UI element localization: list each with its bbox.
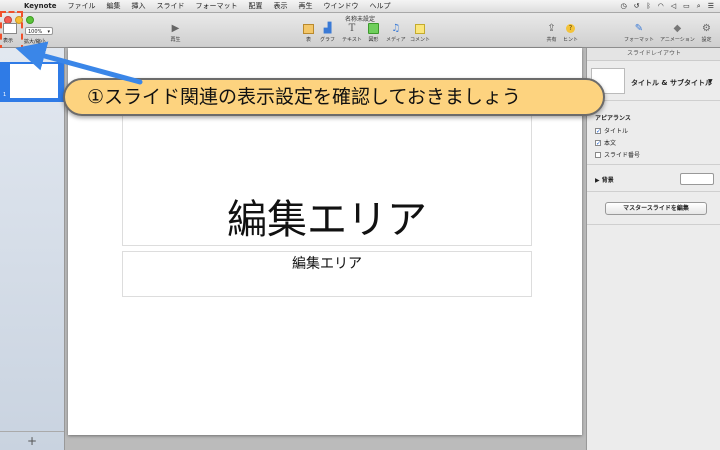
zoom-value: 100%: [28, 29, 43, 35]
menu-format[interactable]: フォーマット: [196, 0, 238, 12]
text-button[interactable]: T テキスト: [342, 23, 362, 43]
menu-edit[interactable]: 編集: [107, 0, 121, 12]
shape-button[interactable]: 図形: [368, 23, 379, 43]
slide-number-checkbox[interactable]: スライド番号: [595, 150, 640, 159]
paintbrush-icon: ✎: [634, 23, 644, 34]
tips-label: ヒント: [563, 37, 579, 43]
clock-icon[interactable]: ◷: [620, 0, 626, 12]
menu-view[interactable]: 表示: [274, 0, 288, 12]
divider: [587, 191, 720, 192]
document-label: 設定: [701, 37, 712, 43]
checkmark-icon[interactable]: ✓: [595, 139, 601, 146]
background-disclosure[interactable]: ▶ 背景: [595, 175, 614, 184]
zoom-select[interactable]: 100% ▾: [25, 27, 53, 35]
table-icon: [303, 23, 314, 34]
tips-button[interactable]: ? ヒント: [563, 23, 578, 43]
play-label: 再生: [170, 37, 181, 43]
slide-number-checkbox-label: スライド番号: [604, 152, 641, 159]
shape-label: 図形: [368, 37, 379, 43]
shape-icon: [368, 23, 379, 34]
slide-title[interactable]: 編集エリア: [123, 196, 531, 244]
gear-icon: ⚙: [702, 23, 711, 34]
play-icon: ▶: [171, 23, 180, 34]
menu-insert[interactable]: 挿入: [132, 0, 146, 12]
body-placeholder[interactable]: 編集エリア: [122, 251, 532, 297]
menu-help[interactable]: ヘルプ: [370, 0, 391, 12]
text-label: テキスト: [342, 37, 362, 43]
volume-icon[interactable]: ◁: [671, 0, 676, 12]
body-checkbox[interactable]: ✓ 本文: [595, 138, 616, 147]
bluetooth-icon[interactable]: ᛒ: [646, 0, 650, 12]
chart-label: グラフ: [320, 37, 336, 43]
chart-button[interactable]: ▟ グラフ: [320, 23, 335, 43]
slide-body[interactable]: 編集エリア: [123, 253, 531, 273]
animate-label: アニメーション: [660, 37, 695, 43]
chart-icon: ▟: [323, 23, 332, 34]
background-color-well[interactable]: [680, 173, 714, 185]
divider: [587, 100, 720, 101]
add-slide-button[interactable]: +: [0, 431, 64, 450]
background-label: 背景: [601, 177, 614, 184]
slide-navigator: スラ 1 +: [0, 48, 65, 450]
wifi-icon[interactable]: ◠: [658, 0, 664, 12]
battery-icon[interactable]: ▭: [683, 0, 690, 12]
menu-list: Keynote ファイル 編集 挿入 スライド フォーマット 配置 表示 再生 …: [24, 0, 391, 12]
menu-file[interactable]: ファイル: [68, 0, 96, 12]
time-machine-icon[interactable]: ↺: [634, 0, 640, 12]
instruction-callout: ①スライド関連の表示設定を確認しておきましょう: [63, 78, 605, 116]
appearance-label: アピアランス: [595, 115, 631, 122]
navigator-header: スラ: [26, 50, 37, 56]
menu-arrange[interactable]: 配置: [249, 0, 263, 12]
table-button[interactable]: 表: [303, 23, 314, 43]
play-button[interactable]: ▶ 再生: [170, 23, 181, 43]
share-icon: ⇪: [547, 23, 556, 34]
share-button[interactable]: ⇪ 共有: [546, 23, 557, 43]
checkmark-icon[interactable]: ✓: [595, 127, 601, 134]
menu-app[interactable]: Keynote: [24, 0, 57, 12]
comment-button[interactable]: コメント: [410, 23, 430, 43]
table-label: 表: [305, 37, 311, 43]
menu-play[interactable]: 再生: [299, 0, 313, 12]
menu-slide[interactable]: スライド: [157, 0, 185, 12]
text-icon: T: [348, 23, 356, 34]
status-icons: ◷ ↺ ᛒ ◠ ◁ ▭ ⌕ ☰: [620, 0, 714, 12]
menu-window[interactable]: ウインドウ: [324, 0, 359, 12]
animate-button[interactable]: ◆ アニメーション: [660, 23, 695, 43]
comment-icon: [415, 23, 426, 34]
menu-bar: Keynote ファイル 編集 挿入 スライド フォーマット 配置 表示 再生 …: [0, 0, 720, 13]
document-button[interactable]: ⚙ 設定: [701, 23, 712, 43]
divider: [587, 224, 720, 225]
help-icon: ?: [565, 23, 576, 34]
animate-icon: ◆: [673, 23, 682, 34]
highlight-frame: [0, 11, 23, 51]
checkbox-empty-icon[interactable]: [595, 151, 601, 158]
spotlight-icon[interactable]: ⌕: [697, 0, 701, 12]
title-checkbox[interactable]: ✓ タイトル: [595, 126, 628, 135]
zoom-label: 拡大/縮小: [24, 39, 46, 45]
title-checkbox-label: タイトル: [604, 128, 629, 135]
format-label: フォーマット: [624, 37, 655, 43]
format-button[interactable]: ✎ フォーマット: [624, 23, 654, 43]
slide-thumbnail[interactable]: [10, 64, 58, 98]
share-label: 共有: [546, 37, 557, 43]
media-button[interactable]: ♫ メディア: [386, 23, 406, 43]
chevron-down-icon: ▾: [47, 29, 50, 35]
media-label: メディア: [386, 37, 406, 43]
media-icon: ♫: [391, 23, 401, 34]
edit-master-slide-button[interactable]: マスタースライドを編集: [605, 202, 707, 215]
layout-name[interactable]: タイトル & サブタイトル: [631, 78, 712, 88]
window-title: 名称未設定: [344, 16, 375, 23]
body-checkbox-label: 本文: [604, 140, 617, 147]
layout-dropdown-icon[interactable]: ▼: [708, 78, 713, 85]
comment-label: コメント: [410, 37, 431, 43]
inspector-header: スライドレイアウト: [587, 48, 720, 61]
title-placeholder[interactable]: 編集エリア: [122, 112, 532, 246]
slide-number: 1: [3, 92, 7, 98]
toolbar: 名称未設定 ▶ 再生 表 ▟ グラフ T テキスト 図形 ♫ メディア コメント…: [0, 13, 720, 48]
disclosure-triangle-icon: ▶: [595, 177, 602, 184]
divider: [587, 164, 720, 165]
notification-icon[interactable]: ☰: [708, 0, 714, 12]
inspector-panel: スライドレイアウト タイトル & サブタイトル ▼ アピアランス ✓ タイトル …: [586, 48, 720, 450]
